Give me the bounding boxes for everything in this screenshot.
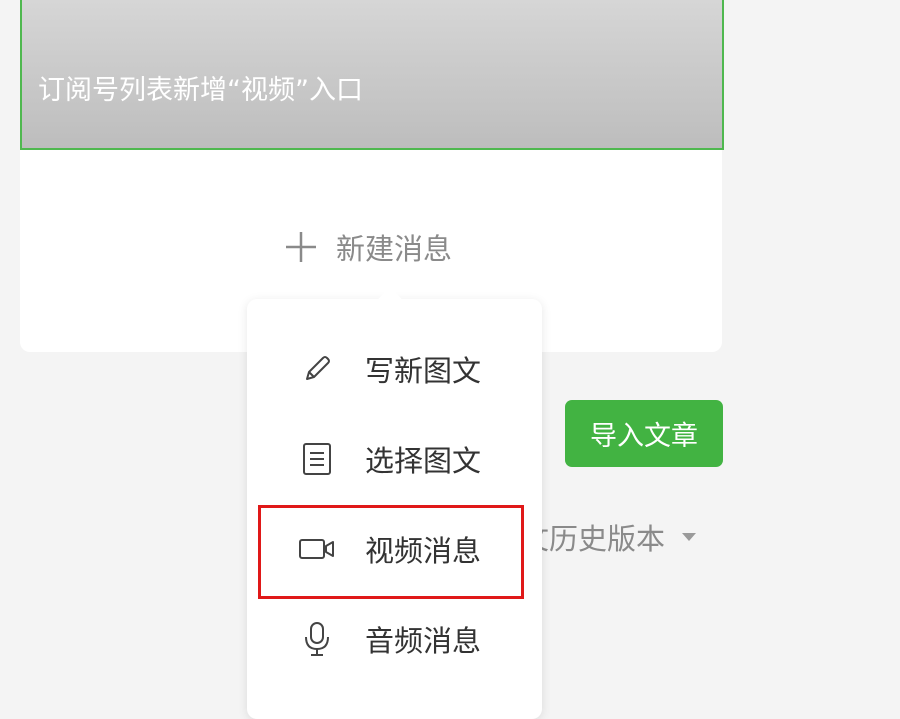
menu-item-audio-message[interactable]: 音频消息 xyxy=(247,599,542,679)
new-message-button[interactable]: 新建消息 xyxy=(284,226,452,268)
new-message-label: 新建消息 xyxy=(336,232,453,266)
pencil-icon xyxy=(306,356,330,380)
microphone-icon xyxy=(305,622,329,656)
menu-item-label: 选择图文 xyxy=(365,444,482,478)
menu-item-write-article[interactable]: 写新图文 xyxy=(247,329,542,409)
plus-icon xyxy=(286,232,316,262)
article-title: 订阅号列表新增“视频”入口 xyxy=(38,75,363,106)
history-version-dropdown[interactable]: 文历史版本 xyxy=(520,516,697,558)
import-article-button[interactable]: 导入文章 xyxy=(565,400,723,467)
menu-item-label: 写新图文 xyxy=(365,354,482,388)
menu-item-select-article[interactable]: 选择图文 xyxy=(247,419,542,499)
menu-item-label: 音频消息 xyxy=(365,624,482,658)
document-icon xyxy=(303,443,331,475)
caret-down-icon xyxy=(682,533,697,541)
highlight-annotation-box xyxy=(258,505,524,599)
